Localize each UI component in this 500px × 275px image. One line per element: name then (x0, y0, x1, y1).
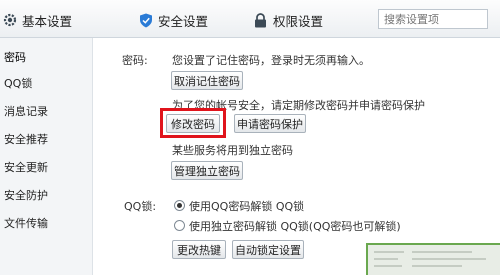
tab-security-settings[interactable]: 安全设置 (138, 10, 208, 30)
sidebar-item-qqlock[interactable]: QQ锁 (4, 75, 32, 91)
change-password-button[interactable]: 修改密码 (166, 114, 220, 133)
settings-content: 密码: 您设置了记住密码，登录时无须再输入。 取消记住密码 为了您的帐号安全，请… (93, 38, 500, 275)
cancel-remember-password-button[interactable]: 取消记住密码 (171, 71, 243, 90)
manage-independent-password-button[interactable]: 管理独立密码 (171, 161, 243, 180)
search-input[interactable] (378, 9, 488, 29)
qqlock-option-independent-password-radio[interactable] (174, 220, 185, 231)
qqlock-section-label: QQ锁: (124, 200, 157, 213)
sidebar-item-message-history[interactable]: 消息记录 (4, 103, 48, 119)
sidebar-item-security-recommend[interactable]: 安全推荐 (4, 131, 48, 147)
gear-icon (2, 13, 17, 28)
tab-permission-settings[interactable]: 权限设置 (253, 10, 323, 30)
sidebar-item-security-update[interactable]: 安全更新 (4, 159, 48, 175)
tab-label: 权限设置 (273, 13, 324, 29)
lock-icon (253, 12, 268, 28)
auto-lock-settings-button[interactable]: 自动锁定设置 (232, 240, 304, 259)
password-status-text: 您设置了记住密码，登录时无须再输入。 (172, 54, 370, 67)
tab-label: 安全设置 (158, 13, 209, 29)
password-section-label: 密码: (122, 54, 148, 67)
sidebar-item-file-transfer[interactable]: 文件传输 (4, 215, 48, 231)
sidebar: 密码 QQ锁 消息记录 安全推荐 安全更新 安全防护 文件传输 (0, 38, 93, 275)
preview-thumbnail (366, 243, 500, 275)
independent-password-tip: 某些服务将用到独立密码 (172, 144, 293, 157)
sidebar-item-password[interactable]: 密码 (4, 49, 26, 65)
tab-basic-settings[interactable]: 基本设置 (2, 10, 72, 30)
settings-tab-bar: 基本设置 安全设置 权限设置 (0, 0, 500, 38)
qqlock-option-qq-password-radio[interactable] (174, 200, 185, 211)
sidebar-item-security-protection[interactable]: 安全防护 (4, 187, 48, 203)
qqlock-option-label: 使用QQ密码解锁 QQ锁 (189, 200, 305, 213)
qqlock-option-label: 使用独立密码解锁 QQ锁(QQ密码也可解锁) (189, 220, 401, 233)
change-hotkey-button[interactable]: 更改热键 (172, 240, 226, 259)
tab-label: 基本设置 (22, 13, 73, 29)
shield-icon (138, 13, 153, 28)
apply-password-protection-button[interactable]: 申请密码保护 (234, 114, 306, 133)
